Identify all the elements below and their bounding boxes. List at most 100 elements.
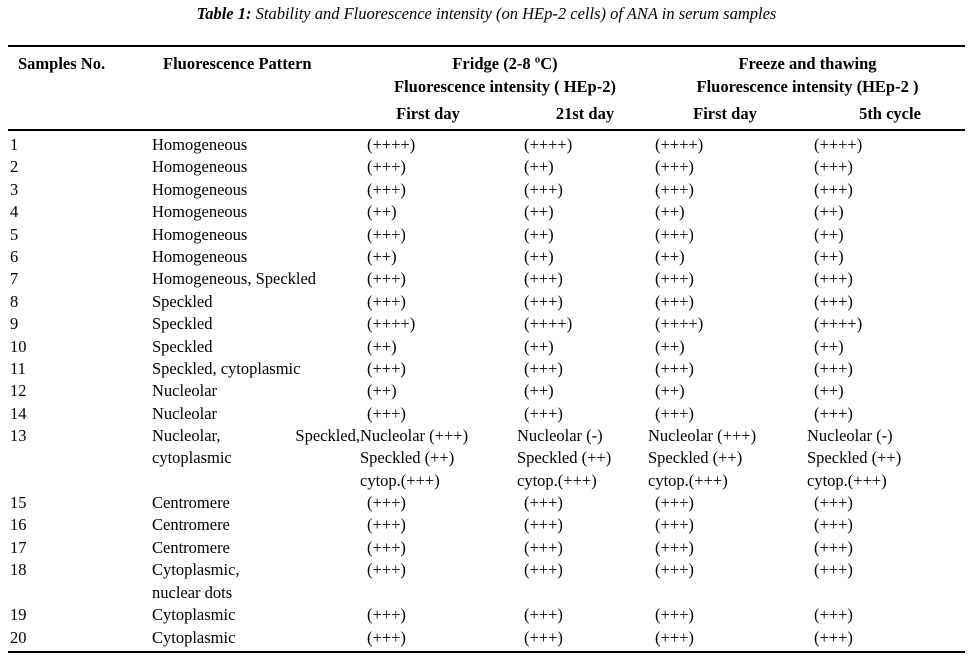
group-header-fridge-line2: Fluorescence intensity ( HEp-2) (394, 77, 616, 96)
cell-fridge-21: (+++) (524, 605, 563, 625)
cell-fridge-21: (+++) (524, 493, 563, 513)
table-row: 12 Nucleolar (++) (++) (++) (++) (0, 380, 973, 402)
cell-freeze-first: (+++) (655, 627, 694, 647)
cell-fridge-21: (+++) (524, 537, 563, 557)
cell-pattern-line-1: Cytoplasmic, (152, 560, 240, 580)
cell-pattern-part-3: cytoplasmic (152, 448, 232, 468)
cell-sample-no: 1 (10, 135, 19, 154)
cell-pattern: Nucleolar (152, 403, 218, 423)
column-header-fluorescence-pattern: Fluorescence Pattern (163, 54, 312, 73)
cell-line: Nucleolar (+++) (360, 426, 469, 446)
cell-fridge-first: (+++) (367, 269, 406, 289)
cell-sample-no: 2 (10, 157, 19, 177)
cell-fridge-first: (+++) (367, 224, 406, 244)
cell-pattern: Speckled (152, 314, 213, 334)
cell-freeze-first: (+++) (655, 537, 694, 557)
cell-line: Nucleolar (+++) (648, 426, 757, 446)
cell-freeze-5th: (+++) (814, 515, 853, 535)
table-row: 14 Nucleolar (+++) (+++) (+++) (+++) (0, 403, 973, 425)
table-row: 10 Speckled (++) (++) (++) (++) (0, 336, 973, 358)
cell-line: Speckled (++) (517, 448, 612, 468)
cell-freeze-first: (+++) (655, 560, 694, 580)
cell-freeze-5th: (+++) (814, 157, 853, 177)
table-body: 1 Homogeneous (++++) (++++) (++++) (++++… (0, 134, 973, 649)
cell-freeze-first: (++++) (655, 135, 704, 154)
table-row: 5 Homogeneous (+++) (++) (+++) (++) (0, 224, 973, 246)
cell-sample-no: 20 (10, 627, 27, 647)
cell-pattern: Homogeneous (152, 224, 248, 244)
cell-fridge-first: (++++) (367, 135, 416, 154)
cell-freeze-5th: (+++) (814, 291, 853, 311)
table-header-rule (8, 129, 965, 131)
cell-freeze-first: (+++) (655, 179, 694, 199)
cell-pattern: Centromere (152, 515, 230, 535)
cell-freeze-first: (++) (655, 202, 685, 222)
cell-sample-no: 5 (10, 224, 19, 244)
group-header-freeze-line2: Fluorescence intensity (HEp-2 ) (696, 77, 919, 96)
cell-pattern: Homogeneous (152, 179, 248, 199)
cell-freeze-5th: (++) (814, 336, 844, 356)
cell-fridge-21: (++) (524, 202, 554, 222)
table-row: 20 Cytoplasmic (+++) (+++) (+++) (+++) (0, 627, 973, 649)
cell-sample-no: 15 (10, 493, 27, 513)
cell-pattern: Homogeneous (152, 157, 248, 177)
cell-fridge-21: (+++) (524, 269, 563, 289)
cell-pattern: Speckled (152, 336, 213, 356)
table-top-rule (8, 45, 965, 47)
cell-fridge-21: (+++) (524, 627, 563, 647)
cell-fridge-first: (+++) (367, 358, 406, 378)
cell-sample-no: 12 (10, 381, 27, 401)
cell-fridge-first: (++) (367, 381, 397, 401)
column-header-fridge-21st-day: 21st day (555, 104, 615, 123)
cell-freeze-5th: (++++) (814, 314, 863, 334)
cell-fridge-21: (+++) (524, 358, 563, 378)
cell-freeze-first: (+++) (655, 493, 694, 513)
cell-pattern: Speckled (152, 291, 213, 311)
table-row: 11 Speckled, cytoplasmic (+++) (+++) (++… (0, 358, 973, 380)
column-header-samples-no: Samples No. (18, 54, 106, 73)
cell-sample-no: 16 (10, 515, 27, 535)
cell-pattern: Homogeneous, Speckled (152, 269, 317, 289)
cell-freeze-5th: (++) (814, 246, 844, 266)
cell-fridge-21: Nucleolar (-) Speckled (++) cytop.(+++) (517, 425, 648, 492)
column-header-fridge-first-day: First day (396, 104, 460, 123)
table-caption-label: Table 1: (196, 4, 252, 23)
cell-pattern: Homogeneous (152, 135, 248, 154)
cell-sample-no: 13 (10, 426, 27, 446)
cell-pattern: Nucleolar, Speckled, cytoplasmic (152, 425, 360, 470)
cell-pattern: Nucleolar (152, 381, 218, 401)
table-caption-text: Stability and Fluorescence intensity (on… (251, 4, 777, 23)
table-row: 16 Centromere (+++) (+++) (+++) (+++) (0, 514, 973, 536)
cell-freeze-first: (++) (655, 381, 685, 401)
cell-fridge-first: (+++) (367, 515, 406, 535)
group-header-freeze-line1: Freeze and thawing (738, 54, 877, 73)
cell-fridge-21: (++) (524, 246, 554, 266)
cell-fridge-first: (+++) (367, 560, 406, 580)
cell-line: Speckled (++) (360, 448, 455, 468)
cell-freeze-5th: Nucleolar (-) Speckled (++) cytop.(+++) (807, 425, 957, 492)
cell-fridge-21: (+++) (524, 560, 563, 580)
table-row: 6 Homogeneous (++) (++) (++) (++) (0, 246, 973, 268)
cell-sample-no: 8 (10, 291, 19, 311)
cell-sample-no: 14 (10, 403, 27, 423)
cell-freeze-first: (+++) (655, 403, 694, 423)
cell-sample-no: 4 (10, 202, 19, 222)
cell-line: Nucleolar (-) (807, 426, 893, 446)
cell-fridge-21: (++++) (524, 314, 573, 334)
cell-freeze-5th: (++) (814, 381, 844, 401)
cell-fridge-21: (+++) (524, 291, 563, 311)
cell-line: cytop.(+++) (360, 470, 440, 490)
cell-pattern: Cytoplasmic, nuclear dots (152, 559, 367, 604)
cell-pattern: Centromere (152, 537, 230, 557)
table-row: 4 Homogeneous (++) (++) (++) (++) (0, 201, 973, 223)
cell-freeze-first: (+++) (655, 358, 694, 378)
cell-sample-no: 11 (10, 358, 26, 378)
table-header: Samples No. Fluorescence Pattern Fridge … (0, 50, 973, 128)
table-row: 1 Homogeneous (++++) (++++) (++++) (++++… (0, 134, 973, 156)
cell-freeze-first: (++++) (655, 314, 704, 334)
cell-freeze-first: (++) (655, 246, 685, 266)
cell-freeze-first: (+++) (655, 291, 694, 311)
table-row: 19 Cytoplasmic (+++) (+++) (+++) (+++) (0, 604, 973, 626)
cell-fridge-21: (++) (524, 381, 554, 401)
table-row: 18 Cytoplasmic, nuclear dots (+++) (+++)… (0, 559, 973, 604)
